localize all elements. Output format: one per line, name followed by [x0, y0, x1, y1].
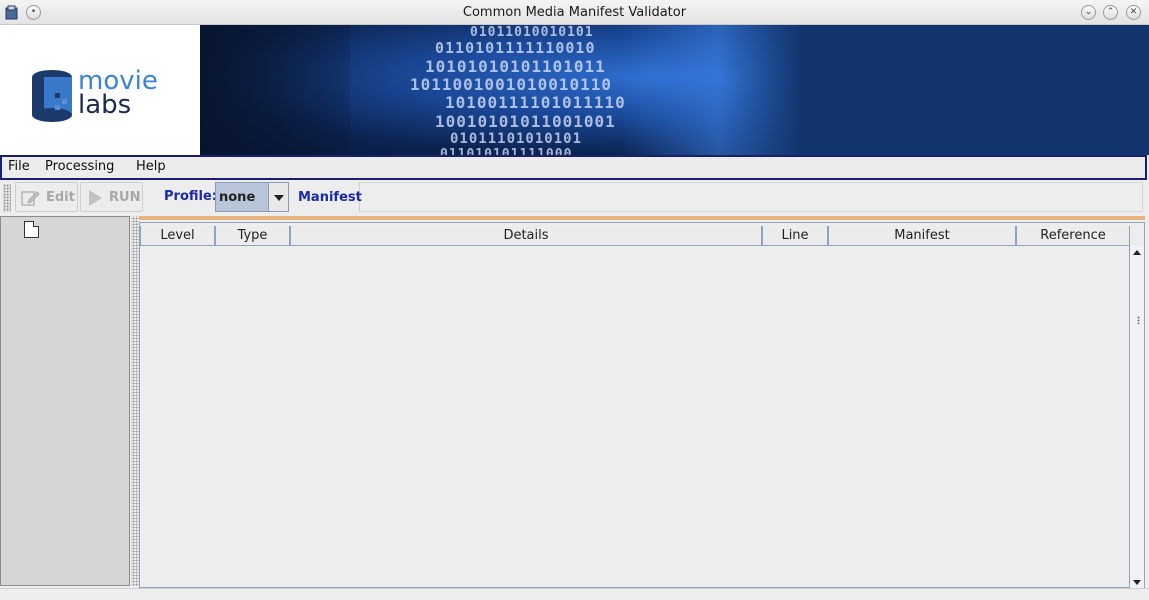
table-header: Level Type Details Line Manifest Referen… — [140, 226, 1130, 246]
edit-label: Edit — [46, 190, 75, 205]
column-header-reference[interactable]: Reference — [1016, 226, 1130, 246]
svg-text:labs: labs — [78, 90, 131, 120]
profile-label: Profile: — [164, 189, 217, 204]
window-titlebar: • Common Media Manifest Validator ⌄ ⌃ ✕ — [0, 0, 1149, 25]
window-title: Common Media Manifest Validator — [462, 5, 687, 20]
log-table-area: Level Type Details Line Manifest Referen… — [139, 216, 1145, 589]
run-button[interactable]: RUN — [80, 182, 143, 212]
scroll-grip-icon[interactable] — [1137, 316, 1140, 324]
toolbar-empty-area — [360, 182, 1143, 212]
column-header-details[interactable]: Details — [290, 226, 762, 246]
menu-help[interactable]: Help — [136, 159, 166, 174]
edit-button[interactable]: Edit — [15, 182, 78, 212]
manifest-tree-panel[interactable] — [0, 216, 130, 586]
chevron-down-icon[interactable] — [268, 183, 288, 211]
scroll-up-icon[interactable] — [1133, 250, 1141, 255]
menu-processing[interactable]: Processing — [45, 159, 114, 174]
manifest-label: Manifest — [298, 190, 362, 205]
run-label: RUN — [109, 190, 141, 205]
vertical-scrollbar[interactable] — [1129, 246, 1144, 589]
toolbar-grip[interactable] — [3, 184, 11, 212]
document-icon[interactable] — [24, 221, 39, 238]
movielabs-logo: movie labs — [0, 25, 200, 155]
play-icon — [89, 190, 102, 206]
column-header-line[interactable]: Line — [762, 226, 828, 246]
toolbar: Edit RUN Profile: none Manifest — [0, 181, 1149, 214]
manifest-button[interactable]: Manifest — [294, 182, 362, 212]
menubar: File Processing Help — [0, 155, 1147, 180]
column-header-level[interactable]: Level — [140, 226, 215, 246]
edit-icon — [21, 191, 40, 206]
scroll-down-icon[interactable] — [1133, 580, 1141, 585]
column-header-type[interactable]: Type — [215, 226, 290, 246]
column-header-manifest[interactable]: Manifest — [828, 226, 1016, 246]
maximize-button[interactable]: ⌃ — [1103, 5, 1118, 20]
log-table[interactable]: Level Type Details Line Manifest Referen… — [139, 222, 1145, 589]
close-button[interactable]: ✕ — [1126, 5, 1141, 20]
status-bar — [0, 588, 1149, 600]
banner-binary-image: 01011010010101 0110101111110010 10101010… — [200, 25, 800, 155]
logo-film-reel-icon: movie labs — [32, 66, 158, 122]
banner: movie labs 01011010010101 01101011111100… — [0, 25, 1149, 155]
menu-file[interactable]: File — [8, 159, 30, 174]
profile-select[interactable]: none — [215, 182, 289, 212]
profile-select-value: none — [219, 190, 256, 205]
minimize-button[interactable]: ⌄ — [1081, 5, 1096, 20]
split-pane-divider[interactable] — [131, 216, 139, 586]
